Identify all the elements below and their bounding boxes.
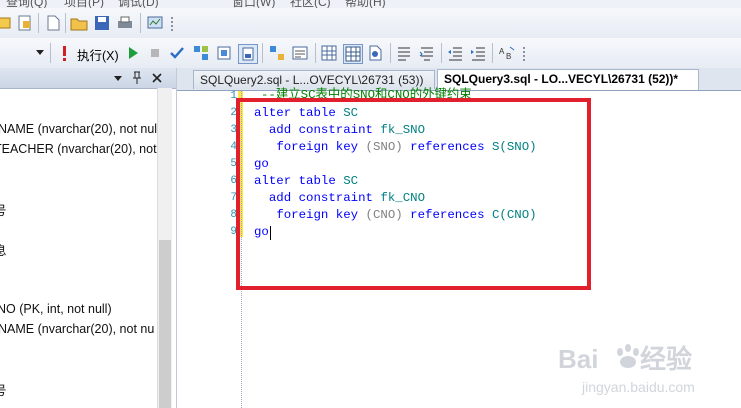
tree-item[interactable]: NAME (nvarchar(20), not nu <box>0 322 154 336</box>
menu-project[interactable]: 项目(P) <box>64 0 104 8</box>
baidu-jingyan-watermark-logo: Bai 经验 jingyan.baidu.com <box>558 344 695 395</box>
display-plan-icon[interactable] <box>215 44 233 62</box>
tree-item[interactable]: TEACHER (nvarchar(20), not <box>0 142 157 156</box>
parse-checkmark-icon[interactable] <box>168 44 186 62</box>
results-to-grid-icon[interactable] <box>192 44 210 62</box>
new-file-icon[interactable] <box>44 14 62 32</box>
tab-sqlquery3[interactable]: SQLQuery3.sql - LO...VECYL\26731 (52))* <box>437 69 699 90</box>
run-icon[interactable] <box>124 44 142 62</box>
tree-item[interactable]: 号 <box>0 380 7 399</box>
results-grid-icon[interactable] <box>343 44 363 64</box>
specify-values-icon[interactable]: AB <box>498 44 516 62</box>
menu-bar: 查询(Q) 项目(P) 调试(D) 窗口(W) 社区(C) 帮助(H) <box>0 0 741 8</box>
vertical-scrollbar[interactable] <box>157 88 172 408</box>
tree-item[interactable]: 号 <box>0 200 7 219</box>
query-options-icon[interactable] <box>268 44 286 62</box>
panel-dropdown-icon[interactable] <box>112 72 124 84</box>
results-to-text-icon[interactable] <box>291 44 309 62</box>
comment-lines-icon[interactable] <box>395 44 413 62</box>
execute-button[interactable]: 执行(X) <box>77 45 119 64</box>
line-number: 5 <box>230 158 237 170</box>
line-number: 4 <box>230 141 237 153</box>
menu-window[interactable]: 窗口(W) <box>232 0 275 8</box>
svg-text:jingyan.baidu.com: jingyan.baidu.com <box>581 379 695 395</box>
include-plan-icon[interactable] <box>238 44 258 64</box>
svg-text:A: A <box>499 47 505 56</box>
menu-help[interactable]: 帮助(H) <box>345 0 386 8</box>
open-folder-icon[interactable] <box>70 14 88 32</box>
results-to-file-icon[interactable] <box>366 44 384 62</box>
close-icon[interactable] <box>151 72 163 84</box>
line-number: 6 <box>230 175 237 187</box>
tree-item[interactable]: 息 <box>0 240 7 259</box>
annotation-highlight-box <box>236 98 591 290</box>
results-to-grid-view-icon[interactable] <box>320 44 338 62</box>
increase-indent-icon[interactable] <box>469 44 487 62</box>
tree-item[interactable]: NAME (nvarchar(20), not nul <box>0 122 157 136</box>
object-explorer-panel: NAME (nvarchar(20), not nul TEACHER (nva… <box>0 68 177 408</box>
line-number: 3 <box>230 124 237 136</box>
scrollbar-thumb[interactable] <box>159 240 171 408</box>
pin-icon[interactable] <box>131 71 143 85</box>
line-number: 8 <box>230 209 237 221</box>
new-item-icon[interactable] <box>16 14 34 32</box>
tree-item[interactable]: NO (PK, int, not null) <box>0 302 112 316</box>
sql-editor-toolbar: 执行(X) AB <box>0 38 741 69</box>
menu-debug[interactable]: 调试(D) <box>118 0 159 8</box>
svg-text:B: B <box>506 52 511 61</box>
stop-icon[interactable] <box>146 44 164 62</box>
uncomment-lines-icon[interactable] <box>418 44 436 62</box>
database-dropdown-arrow-icon[interactable] <box>34 46 46 58</box>
line-number: 9 <box>230 226 237 238</box>
exclamation-icon <box>63 46 66 61</box>
panel-header <box>0 68 176 89</box>
print-icon[interactable] <box>116 14 134 32</box>
connect-icon[interactable] <box>0 14 14 32</box>
decrease-indent-icon[interactable] <box>446 44 464 62</box>
line-number: 2 <box>230 107 237 119</box>
save-icon[interactable] <box>93 14 111 32</box>
activity-monitor-icon[interactable] <box>146 14 164 32</box>
svg-text:经验: 经验 <box>640 344 692 374</box>
line-number: 1 <box>230 90 237 102</box>
standard-toolbar <box>0 8 741 39</box>
menu-community[interactable]: 社区(C) <box>290 0 331 8</box>
svg-text:Bai: Bai <box>558 344 598 374</box>
line-number: 7 <box>230 192 237 204</box>
menu-query[interactable]: 查询(Q) <box>6 0 47 8</box>
